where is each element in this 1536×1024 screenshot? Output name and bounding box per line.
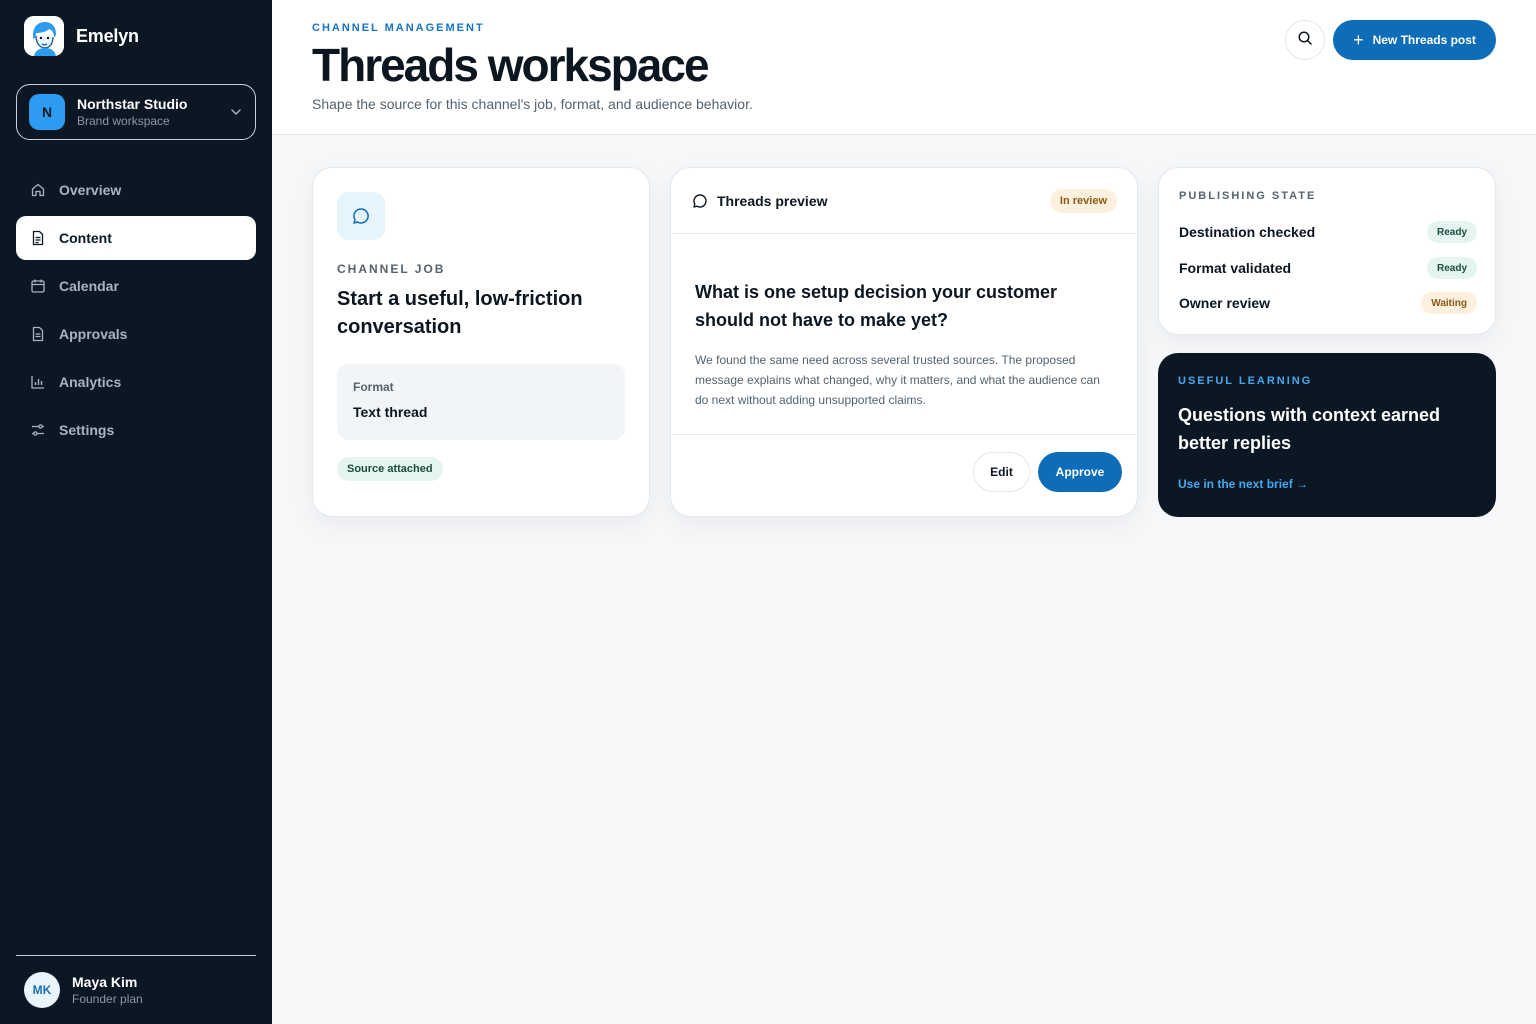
sidebar-item-overview[interactable]: Overview	[16, 168, 256, 212]
status-badge: Ready	[1426, 221, 1477, 243]
preview-divider	[671, 434, 1137, 435]
search-icon	[1297, 30, 1313, 51]
channel-job-title: Start a useful, low-friction conversatio…	[337, 288, 583, 338]
brand-logo-icon	[24, 16, 64, 56]
preview-title: Threads preview	[717, 192, 828, 209]
sidebar-item-label: Overview	[59, 182, 122, 198]
page-subtitle: Shape the source for this channel's job,…	[312, 96, 753, 112]
page-title: Threads workspace	[312, 39, 710, 91]
format-box: Format Text thread	[337, 364, 625, 440]
state-row-format: Format validated Ready	[1179, 257, 1477, 279]
chevron-down-icon	[229, 105, 243, 119]
page-eyebrow: CHANNEL MANAGEMENT	[312, 22, 485, 34]
sidebar-item-settings[interactable]: Settings	[16, 408, 256, 452]
threads-preview-card: Threads preview In review What is one se…	[670, 167, 1138, 517]
workspace-text: Northstar Studio Brand workspace	[77, 95, 229, 129]
approve-button[interactable]: Approve	[1038, 452, 1122, 492]
source-attached-badge: Source attached	[337, 457, 443, 481]
brand[interactable]: Emelyn	[24, 16, 139, 56]
learning-title: Questions with context earned better rep…	[1178, 405, 1441, 453]
workspace-name: Northstar Studio	[77, 96, 188, 112]
brand-name: Emelyn	[76, 25, 139, 46]
page-header: CHANNEL MANAGEMENT Threads workspace Sha…	[272, 0, 1536, 135]
workspace-switcher[interactable]: N Northstar Studio Brand workspace	[16, 84, 256, 140]
home-icon	[30, 182, 46, 198]
sidebar-item-label: Calendar	[59, 278, 119, 294]
state-row-owner: Owner review Waiting	[1179, 292, 1477, 314]
state-row-destination: Destination checked Ready	[1179, 221, 1477, 243]
user-profile[interactable]: MK Maya Kim Founder plan	[24, 972, 143, 1008]
publishing-state-card: PUBLISHING STATE Destination checked Rea…	[1158, 167, 1496, 335]
sidebar-item-label: Content	[59, 230, 112, 246]
plus-icon: +	[1353, 30, 1364, 50]
status-badge: In review	[1049, 188, 1117, 213]
channel-job-label: CHANNEL JOB	[337, 262, 446, 276]
sliders-icon	[30, 422, 46, 438]
avatar: MK	[24, 972, 60, 1008]
preview-header: Threads preview In review	[671, 168, 1137, 234]
publishing-state-label: PUBLISHING STATE	[1179, 190, 1317, 202]
status-badge: Waiting	[1421, 292, 1477, 314]
format-value: Text thread	[353, 404, 428, 420]
format-label: Format	[353, 380, 394, 394]
channel-job-card: CHANNEL JOB Start a useful, low-friction…	[312, 167, 650, 517]
learning-label: USEFUL LEARNING	[1178, 375, 1313, 387]
chat-bubble-icon	[691, 192, 709, 210]
new-post-label: New Threads post	[1372, 33, 1476, 47]
sidebar-item-approvals[interactable]: Approvals	[16, 312, 256, 356]
useful-learning-card: USEFUL LEARNING Questions with context e…	[1158, 353, 1496, 517]
sidebar: Emelyn N Northstar Studio Brand workspac…	[0, 0, 272, 1024]
document-check-icon	[30, 326, 46, 342]
search-button[interactable]	[1285, 20, 1325, 60]
user-text: Maya Kim Founder plan	[72, 973, 143, 1007]
state-row-name: Owner review	[1179, 295, 1271, 311]
sidebar-item-label: Approvals	[59, 326, 128, 342]
state-row-name: Format validated	[1179, 260, 1292, 276]
sidebar-item-analytics[interactable]: Analytics	[16, 360, 256, 404]
preview-question: What is one setup decision your customer…	[695, 282, 1058, 330]
new-threads-post-button[interactable]: + New Threads post	[1333, 20, 1496, 60]
workspace-avatar: N	[29, 94, 65, 130]
sidebar-item-calendar[interactable]: Calendar	[16, 264, 256, 308]
sidebar-item-label: Settings	[59, 422, 115, 438]
user-name: Maya Kim	[72, 974, 138, 990]
sidebar-divider	[16, 955, 256, 956]
chat-bubble-icon	[337, 192, 385, 240]
bar-chart-icon	[30, 374, 46, 390]
document-icon	[30, 230, 46, 246]
state-row-name: Destination checked	[1179, 224, 1316, 240]
edit-button[interactable]: Edit	[973, 452, 1030, 492]
sidebar-nav: Overview Content Calendar Approvals Anal…	[16, 168, 256, 456]
status-badge: Ready	[1426, 257, 1477, 279]
sidebar-item-label: Analytics	[59, 374, 122, 390]
user-plan: Founder plan	[72, 992, 143, 1006]
preview-body: We found the same need across several tr…	[695, 353, 1100, 407]
use-in-next-brief-link[interactable]: Use in the next brief →	[1178, 477, 1308, 491]
workspace-subtitle: Brand workspace	[77, 114, 170, 128]
calendar-icon	[30, 278, 46, 294]
sidebar-item-content[interactable]: Content	[16, 216, 256, 260]
